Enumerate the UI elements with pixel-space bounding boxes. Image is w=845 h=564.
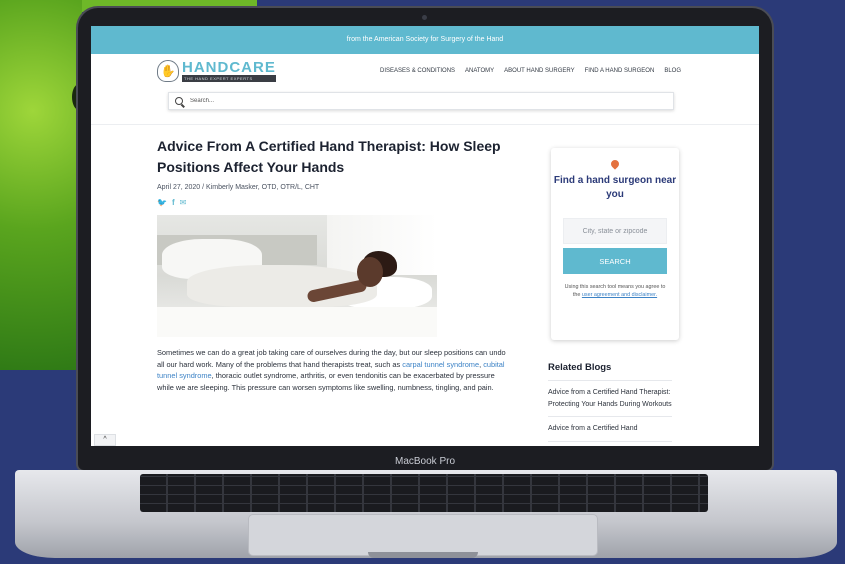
location-pin-icon	[609, 158, 621, 170]
site-logo[interactable]: ✋ HANDCARE THE HAND EXPERT EXPERTS	[157, 60, 276, 82]
trackpad	[248, 514, 598, 556]
nav-item-find-surgeon[interactable]: FIND A HAND SURGEON	[585, 68, 655, 74]
email-icon[interactable]: ✉	[180, 198, 187, 207]
site-header: ✋ HANDCARE THE HAND EXPERT EXPERTS DISEA…	[91, 54, 759, 86]
background-foliage	[0, 0, 82, 370]
share-icons: 🐦 f ✉	[157, 198, 519, 207]
laptop-screen: from the American Society for Surgery of…	[91, 26, 759, 446]
article-meta: April 27, 2020 / Kimberly Masker, OTD, O…	[157, 184, 320, 191]
hand-icon: ✋	[157, 60, 179, 82]
facebook-icon[interactable]: f	[172, 198, 175, 207]
nav-item-diseases[interactable]: DISEASES & CONDITIONS	[380, 68, 455, 74]
related-blogs: Related Blogs Advice from a Certified Ha…	[548, 362, 672, 442]
main-nav: DISEASES & CONDITIONS ANATOMY ABOUT HAND…	[380, 68, 681, 74]
article-body: Sometimes we can do a great job taking c…	[157, 348, 506, 392]
nav-item-blog[interactable]: BLOG	[664, 68, 681, 74]
related-blogs-title: Related Blogs	[548, 362, 672, 381]
surgeon-search-button[interactable]: SEARCH	[563, 248, 667, 274]
scroll-top-button[interactable]: ^	[94, 434, 116, 446]
top-banner: from the American Society for Surgery of…	[91, 26, 759, 54]
search-icon[interactable]	[175, 97, 183, 105]
article-hero-image	[157, 215, 437, 337]
search-input[interactable]	[190, 98, 590, 104]
keyboard	[140, 474, 708, 512]
location-input[interactable]	[563, 218, 667, 244]
laptop-notch	[368, 552, 478, 558]
user-agreement-link[interactable]: user agreement and disclaimer.	[582, 292, 657, 298]
nav-item-anatomy[interactable]: ANATOMY	[465, 68, 494, 74]
article: Advice From A Certified Hand Therapist: …	[157, 136, 519, 393]
surgeon-finder-title: Find a hand surgeon near you	[553, 175, 677, 200]
twitter-icon[interactable]: 🐦	[157, 198, 167, 207]
logo-title: HANDCARE	[182, 59, 276, 76]
site-search	[168, 92, 674, 110]
link-carpal-tunnel[interactable]: carpal tunnel syndrome	[402, 360, 479, 369]
disclaimer: Using this search tool means you agree t…	[564, 284, 666, 298]
article-title: Advice From A Certified Hand Therapist: …	[157, 138, 501, 175]
device-label: MacBook Pro	[394, 456, 456, 467]
nav-item-about[interactable]: ABOUT HAND SURGERY	[504, 68, 574, 74]
header-divider	[91, 124, 759, 125]
camera-icon	[422, 15, 427, 20]
related-blog-item[interactable]: Advice from a Certified Hand	[548, 417, 672, 442]
related-blog-item[interactable]: Advice from a Certified Hand Therapist: …	[548, 381, 672, 417]
logo-tagline: THE HAND EXPERT EXPERTS	[182, 75, 276, 82]
surgeon-finder-card: Find a hand surgeon near you SEARCH Usin…	[551, 148, 679, 340]
